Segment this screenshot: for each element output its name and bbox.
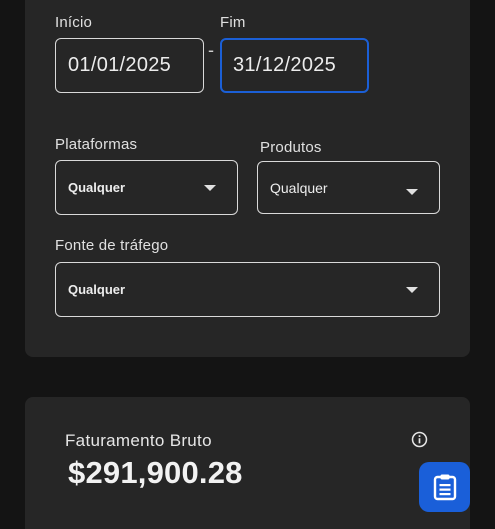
traffic-source-select[interactable]: Qualquer xyxy=(55,262,440,317)
products-select[interactable]: Qualquer xyxy=(257,161,440,214)
revenue-card: Faturamento Bruto $291,900.28 xyxy=(25,397,470,529)
products-label: Produtos xyxy=(260,139,322,156)
start-date-value: 01/01/2025 xyxy=(68,54,172,76)
revenue-title: Faturamento Bruto xyxy=(65,431,212,450)
date-range-separator: - xyxy=(208,40,214,60)
platforms-label: Plataformas xyxy=(55,136,138,153)
end-date-label: Fim xyxy=(220,14,246,31)
platforms-select[interactable]: Qualquer xyxy=(55,160,238,215)
clipboard-list-icon xyxy=(433,474,456,501)
report-fab-button[interactable] xyxy=(419,462,470,512)
end-date-input[interactable]: 31/12/2025 xyxy=(220,38,369,93)
traffic-source-value: Qualquer xyxy=(68,282,126,297)
platforms-value: Qualquer xyxy=(68,180,126,195)
chevron-down-icon xyxy=(406,189,418,195)
start-date-label: Início xyxy=(55,14,93,31)
filters-card: Início 01/01/2025 - Fim 31/12/2025 Plata… xyxy=(25,0,470,357)
chevron-down-icon xyxy=(204,185,216,191)
chevron-down-icon xyxy=(406,287,418,293)
start-date-input[interactable]: 01/01/2025 xyxy=(55,38,204,93)
revenue-value: $291,900.28 xyxy=(68,455,243,490)
traffic-source-label: Fonte de tráfego xyxy=(55,237,169,254)
products-value: Qualquer xyxy=(270,179,328,196)
end-date-value: 31/12/2025 xyxy=(233,54,337,76)
info-circle-icon[interactable] xyxy=(411,431,428,448)
